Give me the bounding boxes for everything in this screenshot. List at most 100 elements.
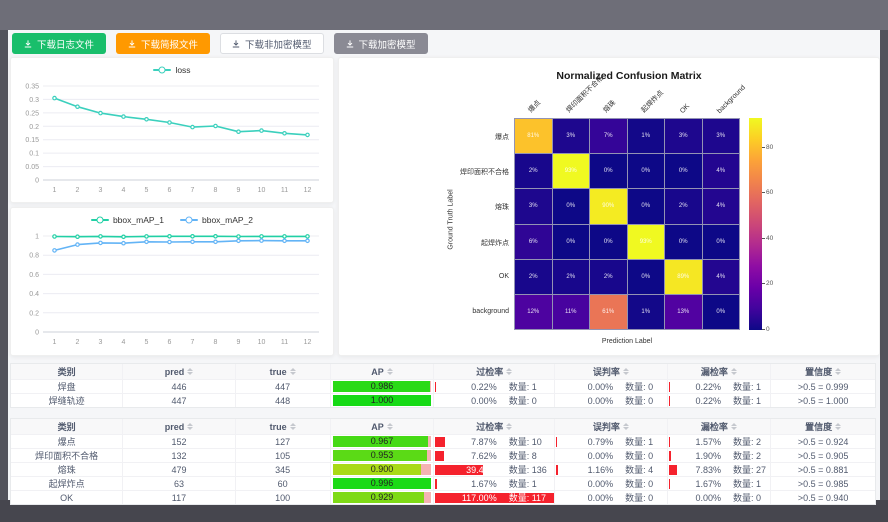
matrix-cell: 61% <box>590 295 627 329</box>
download-icon <box>128 40 136 48</box>
cell-true: 100 <box>236 491 331 504</box>
cell-ap: 0.967 <box>331 435 435 448</box>
download-icon <box>346 40 354 48</box>
table-row: 焊缝轨迹4474481.0000.00%数量: 00.00%数量: 00.22%… <box>11 393 875 407</box>
download-log-file-button[interactable]: 下载日志文件 <box>12 33 106 54</box>
svg-text:0.8: 0.8 <box>29 253 39 260</box>
svg-text:1: 1 <box>53 187 57 194</box>
svg-text:1: 1 <box>35 234 39 241</box>
cell-ap: 0.996 <box>331 477 435 490</box>
svg-text:10: 10 <box>258 339 266 346</box>
matrix-row-label: 焊印面积不合格 <box>339 167 509 177</box>
matrix-cell: 0% <box>703 225 740 259</box>
loss-chart-card: loss 00.050.10.150.20.250.30.35123456789… <box>10 57 334 203</box>
ap-bar: 0.929 <box>333 492 432 503</box>
matrix-col-label: OK <box>679 103 691 115</box>
svg-text:2: 2 <box>76 187 80 194</box>
column-header-7[interactable]: 置信度 <box>771 419 875 434</box>
ap-bar: 0.986 <box>333 381 432 392</box>
svg-text:4: 4 <box>122 187 126 194</box>
legend-item-bbox_mAP_1[interactable]: bbox_mAP_1 <box>91 215 164 225</box>
legend-item-loss[interactable]: loss <box>153 65 190 75</box>
download-report-file-button[interactable]: 下载简报文件 <box>116 33 210 54</box>
colorbar-tick-label: 40 <box>766 235 773 242</box>
table-row: 焊盘4464470.9860.22%数量: 10.00%数量: 00.22%数量… <box>11 379 875 393</box>
cell-pred: 117 <box>123 491 235 504</box>
column-header-3[interactable]: AP <box>331 364 435 379</box>
svg-text:6: 6 <box>168 339 172 346</box>
column-header-4[interactable]: 过检率 <box>434 364 555 379</box>
matrix-row-label: 熔珠 <box>339 202 509 212</box>
sort-icon <box>623 368 629 375</box>
cell-true: 345 <box>236 463 331 476</box>
cell-ap: 0.953 <box>331 449 435 462</box>
sort-icon <box>506 423 512 430</box>
svg-text:12: 12 <box>304 187 312 194</box>
svg-text:1: 1 <box>53 339 57 346</box>
svg-text:0: 0 <box>35 178 39 185</box>
svg-text:0.15: 0.15 <box>25 137 39 144</box>
metrics-table-defects: 类别predtrueAP过检率误判率漏检率置信度爆点1521270.9677.8… <box>10 418 876 505</box>
matrix-cell: 3% <box>665 119 702 153</box>
column-header-3[interactable]: AP <box>331 419 435 434</box>
column-header-6[interactable]: 漏检率 <box>668 419 772 434</box>
table-header-row: 类别predtrueAP过检率误判率漏检率置信度 <box>11 419 875 434</box>
svg-text:11: 11 <box>281 339 288 346</box>
column-label: 误判率 <box>593 420 620 433</box>
matrix-col-label: 爆点 <box>526 98 543 115</box>
cell-pred: 446 <box>123 380 235 393</box>
map-chart-card: bbox_mAP_1bbox_mAP_2 00.20.40.60.8112345… <box>10 207 334 356</box>
colorbar-tick-label: 60 <box>766 189 773 196</box>
column-header-5[interactable]: 误判率 <box>555 419 667 434</box>
column-label: 类别 <box>58 365 76 378</box>
svg-text:4: 4 <box>122 339 126 346</box>
svg-text:2: 2 <box>76 339 80 346</box>
column-header-2[interactable]: true <box>236 364 331 379</box>
matrix-cell: 89% <box>665 260 702 294</box>
column-label: 漏检率 <box>701 365 728 378</box>
download-plain-model-button[interactable]: 下载非加密模型 <box>220 33 324 54</box>
legend-item-bbox_mAP_2[interactable]: bbox_mAP_2 <box>180 215 253 225</box>
download-encrypted-model-button[interactable]: 下载加密模型 <box>334 33 428 54</box>
cell-pred: 132 <box>123 449 235 462</box>
cell-pred: 63 <box>123 477 235 490</box>
sort-icon <box>623 423 629 430</box>
column-header-7[interactable]: 置信度 <box>771 364 875 379</box>
column-header-0: 类别 <box>11 364 123 379</box>
loss-chart-legend: loss <box>11 58 333 78</box>
column-header-2[interactable]: true <box>236 419 331 434</box>
colorbar-tick-label: 80 <box>766 144 773 151</box>
confusion-matrix-card: Normalized Confusion Matrix 爆点焊印面积不合格熔珠起… <box>338 57 880 356</box>
matrix-cell: 0% <box>665 154 702 188</box>
matrix-row-label: OK <box>339 273 509 280</box>
cell-class-name: 焊盘 <box>11 380 123 393</box>
cell-class-name: 爆点 <box>11 435 123 448</box>
matrix-cell: 7% <box>590 119 627 153</box>
column-label: 置信度 <box>805 365 832 378</box>
column-header-6[interactable]: 漏检率 <box>668 364 772 379</box>
button-label: 下载加密模型 <box>359 37 416 51</box>
button-label: 下载日志文件 <box>37 37 94 51</box>
ap-bar: 0.967 <box>333 436 432 447</box>
sort-icon <box>731 423 737 430</box>
download-icon <box>24 40 32 48</box>
matrix-cell: 3% <box>515 189 552 223</box>
download-toolbar: 下载日志文件 下载简报文件下载非加密模型 下载加密模型 <box>12 33 428 54</box>
svg-text:10: 10 <box>258 187 266 194</box>
column-header-4[interactable]: 过检率 <box>434 419 555 434</box>
column-label: 漏检率 <box>701 420 728 433</box>
matrix-cell: 0% <box>703 295 740 329</box>
cell-ap: 0.900 <box>331 463 435 476</box>
svg-text:5: 5 <box>145 187 149 194</box>
table-header-row: 类别 predtrueAP过检率误判率 漏检率 置信度 <box>11 364 875 379</box>
matrix-col-label: background <box>716 84 747 115</box>
cell-class-name: 焊印面积不合格 <box>11 449 123 462</box>
map-chart: 00.20.40.60.81123456789101112 <box>11 228 331 352</box>
svg-text:0.2: 0.2 <box>29 310 39 317</box>
svg-text:3: 3 <box>99 339 103 346</box>
column-header-1[interactable]: pred <box>123 364 235 379</box>
ap-bar: 0.996 <box>333 478 432 489</box>
column-header-1[interactable]: pred <box>123 419 235 434</box>
column-header-5[interactable]: 误判率 <box>555 364 667 379</box>
legend-marker-icon <box>91 215 109 224</box>
